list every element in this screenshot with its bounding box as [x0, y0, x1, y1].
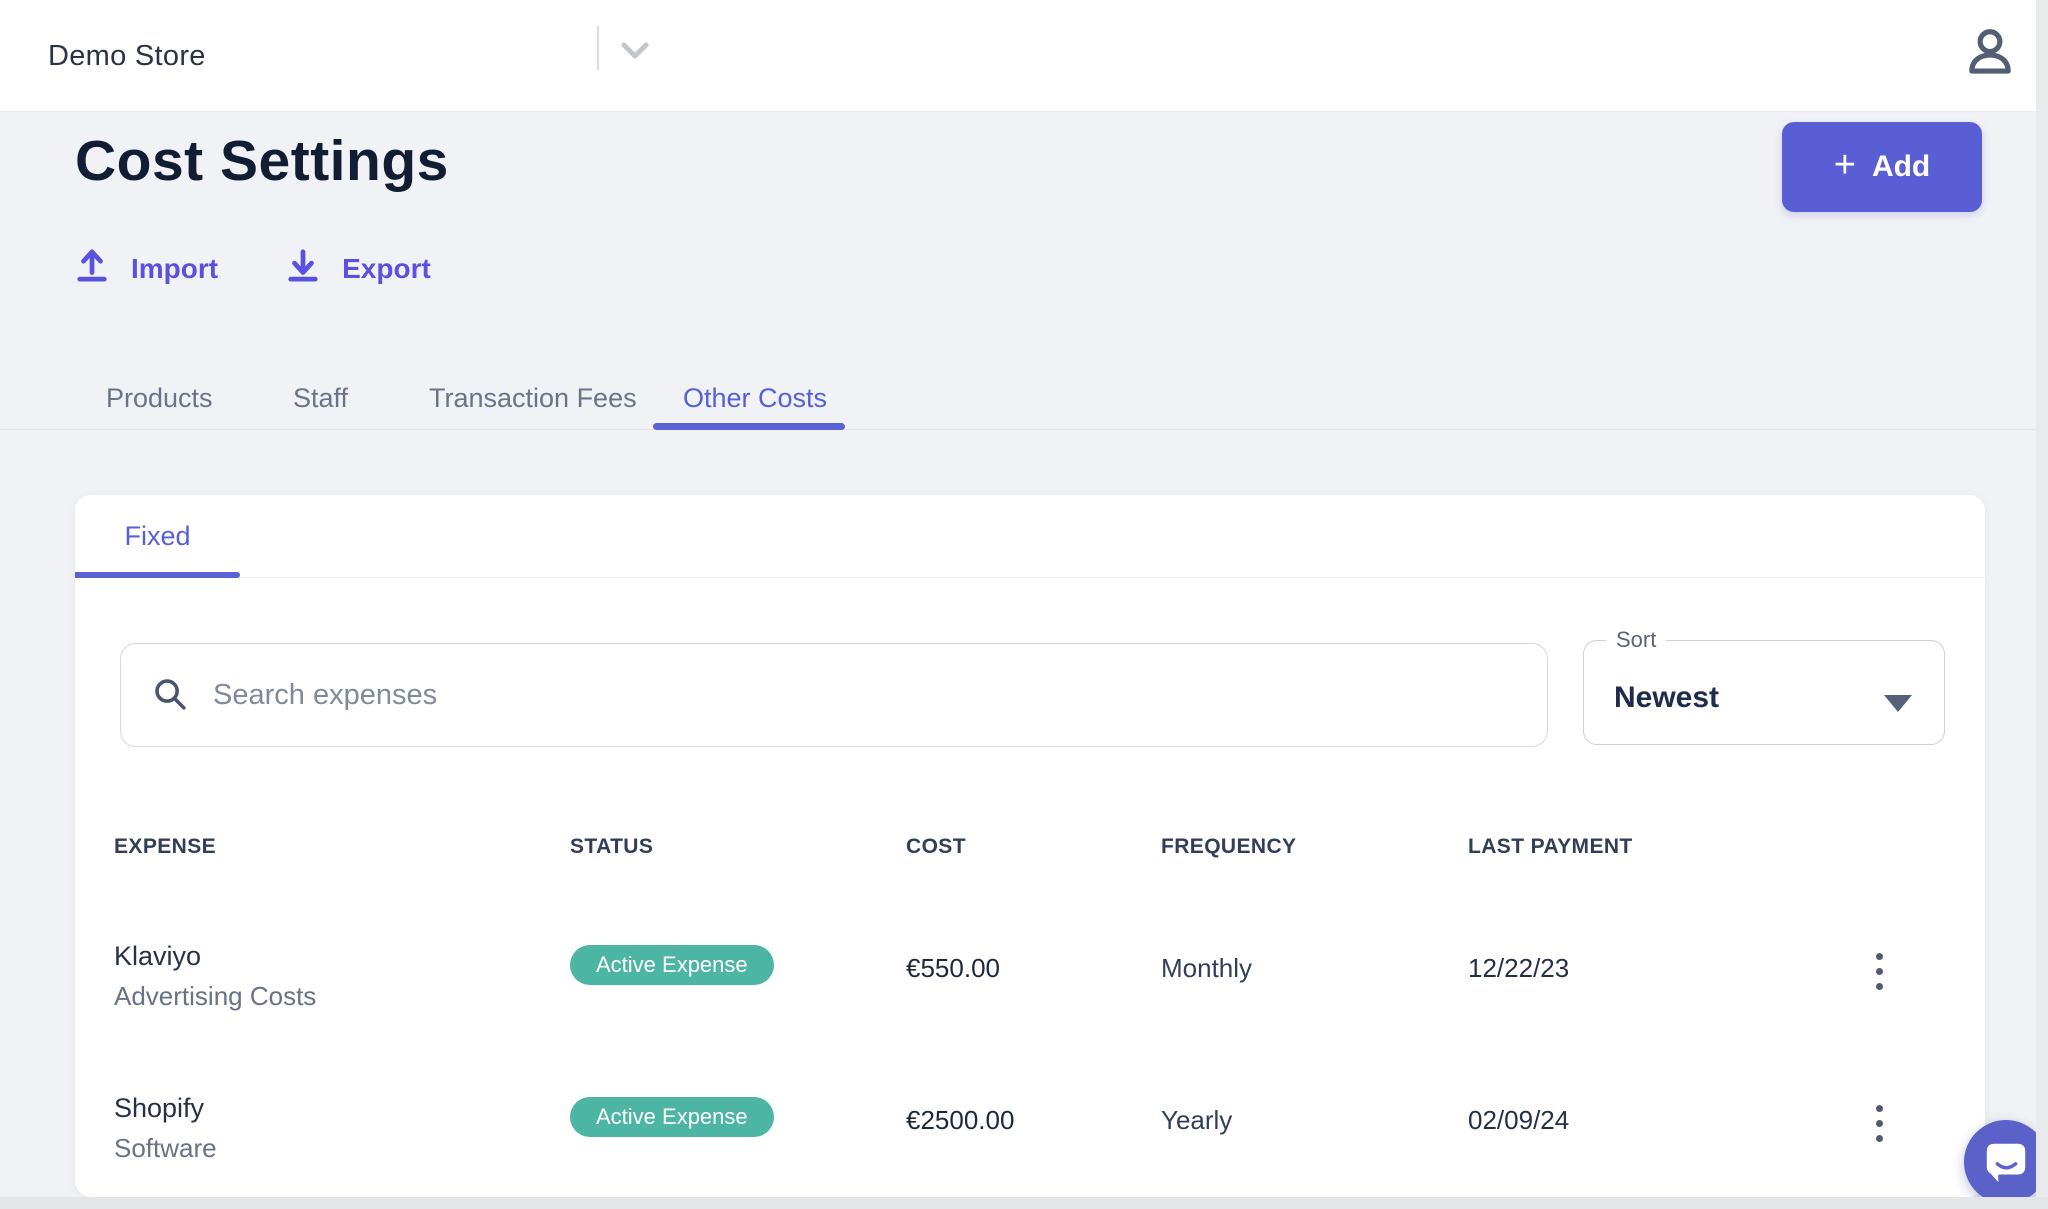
- tab-other-costs[interactable]: Other Costs: [683, 372, 827, 424]
- sort-label: Sort: [1606, 627, 1666, 653]
- expense-last-payment: 02/09/24: [1468, 1105, 1569, 1136]
- table-row: Klaviyo Advertising Costs Active Expense…: [75, 915, 1985, 1045]
- row-menu-button[interactable]: [1857, 1085, 1901, 1161]
- column-header-status: STATUS: [570, 835, 653, 859]
- column-header-last-payment: LAST PAYMENT: [1468, 835, 1633, 859]
- kebab-menu-icon: [1876, 1105, 1883, 1112]
- chevron-down-icon: [615, 31, 655, 76]
- search-input[interactable]: [120, 643, 1548, 747]
- add-button[interactable]: + Add: [1782, 122, 1982, 212]
- status-badge: Active Expense: [570, 1097, 774, 1137]
- table-header: EXPENSE STATUS COST FREQUENCY LAST PAYME…: [75, 835, 1985, 871]
- expense-name: Shopify: [114, 1093, 204, 1124]
- plus-icon: +: [1834, 146, 1856, 184]
- export-label: Export: [342, 253, 431, 285]
- store-name[interactable]: Demo Store: [48, 0, 206, 112]
- kebab-menu-icon: [1876, 953, 1883, 960]
- account-button[interactable]: [1958, 22, 2022, 90]
- expense-category: Software: [114, 1133, 217, 1164]
- import-export-row: Import Export: [75, 246, 431, 291]
- topbar-divider: [597, 26, 599, 70]
- sort-value: Newest: [1614, 681, 1719, 715]
- caret-down-icon: [1884, 695, 1912, 712]
- column-header-expense: EXPENSE: [114, 835, 216, 859]
- page-title: Cost Settings: [75, 128, 449, 194]
- vertical-scrollbar[interactable]: [2036, 0, 2048, 1209]
- download-icon: [286, 246, 320, 291]
- row-menu-button[interactable]: [1857, 933, 1901, 1009]
- column-header-frequency: FREQUENCY: [1161, 835, 1296, 859]
- tabs-divider: [0, 429, 2048, 430]
- subtab-fixed[interactable]: Fixed: [75, 495, 240, 578]
- person-icon: [1961, 25, 2019, 88]
- sort-select[interactable]: Sort Newest: [1583, 627, 1945, 745]
- subtab-fixed-underline: [75, 572, 240, 578]
- add-button-label: Add: [1872, 150, 1930, 184]
- horizontal-scrollbar[interactable]: [0, 1197, 2048, 1209]
- expense-category: Advertising Costs: [114, 981, 316, 1012]
- store-switcher[interactable]: [612, 30, 658, 76]
- other-costs-card: Fixed Sort Newest EXPENSE: [75, 495, 1985, 1197]
- expense-cost: €2500.00: [906, 1105, 1014, 1136]
- expense-cost: €550.00: [906, 953, 1000, 984]
- search-box: [120, 643, 1548, 747]
- tab-products[interactable]: Products: [106, 372, 213, 424]
- status-badge: Active Expense: [570, 945, 774, 985]
- import-label: Import: [131, 253, 218, 285]
- subtab-divider: [75, 577, 1985, 578]
- export-link[interactable]: Export: [286, 246, 431, 291]
- expense-frequency: Yearly: [1161, 1105, 1232, 1136]
- tab-staff[interactable]: Staff: [293, 372, 348, 424]
- chat-bubble-icon: [1981, 1136, 2031, 1189]
- active-tab-underline: [653, 423, 845, 430]
- column-header-cost: COST: [906, 835, 966, 859]
- upload-icon: [75, 246, 109, 291]
- expense-name: Klaviyo: [114, 941, 201, 972]
- import-link[interactable]: Import: [75, 246, 218, 291]
- expense-frequency: Monthly: [1161, 953, 1252, 984]
- table-row: Shopify Software Active Expense €2500.00…: [75, 1067, 1985, 1197]
- tab-transaction-fees[interactable]: Transaction Fees: [429, 372, 637, 424]
- expense-last-payment: 12/22/23: [1468, 953, 1569, 984]
- app-root: Demo Store Cost Settings + Add: [0, 0, 2048, 1209]
- top-bar: Demo Store: [0, 0, 2048, 112]
